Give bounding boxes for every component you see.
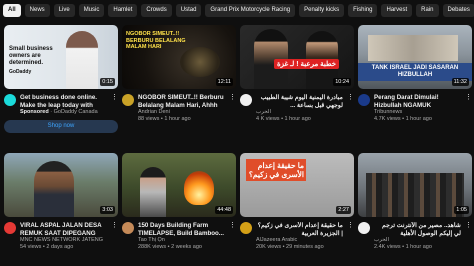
video-stats: 2.4K views • 1 hour ago: [374, 244, 432, 250]
chip-ustad[interactable]: Ustad: [175, 3, 202, 17]
more-options-icon[interactable]: ⋮: [347, 94, 354, 123]
video-thumbnail[interactable]: 44:48: [122, 153, 236, 217]
duration-badge: 0:15: [100, 78, 115, 86]
avatar[interactable]: [240, 94, 252, 106]
channel-name[interactable]: Andrian Deni: [138, 109, 225, 116]
sponsored-label: Sponsored: [20, 109, 49, 115]
video-card[interactable]: ما حقيقة إعدام الأسرى في زكيم؟ 2:27 ما ح…: [240, 153, 354, 251]
more-options-icon[interactable]: ⋮: [111, 222, 118, 251]
ad-thumb-text: Small business owners are determined.: [9, 46, 53, 66]
video-title[interactable]: 150 Days Building Farm TIMELAPSE, Build …: [138, 222, 225, 237]
video-thumbnail[interactable]: TANK ISRAEL JADI SASARAN HIZBULLAH 11:32: [358, 25, 472, 89]
channel-name[interactable]: MNC NEWS NETWORK JATENG: [20, 237, 107, 244]
video-stats: 4.7K views • 1 hour ago: [374, 116, 432, 122]
building-image: [368, 35, 458, 61]
ad-thumbnail[interactable]: Small business owners are determined. Go…: [4, 25, 118, 89]
video-title[interactable]: NGOBOR SIMEUT..!! Berburu Belalang Malam…: [138, 94, 225, 109]
chip-harvest[interactable]: Harvest: [381, 3, 413, 17]
crowd-image: [366, 173, 464, 217]
video-stats: 54 views • 2 days ago: [20, 244, 74, 250]
chip-fishing[interactable]: Fishing: [348, 3, 378, 17]
video-card[interactable]: NGOBOR SIMEUT..!! BERBURU BELALANG MALAM…: [122, 25, 236, 123]
chip-penalty-kicks[interactable]: Penalty kicks: [299, 3, 345, 17]
duration-badge: 1:05: [454, 206, 469, 214]
channel-name[interactable]: Tao Thị Ọn: [138, 237, 225, 244]
video-title[interactable]: شاهد.. مصير من الأنترنت ترجم لي إليكم ال…: [374, 222, 461, 237]
chip-hamlet[interactable]: Hamlet: [108, 3, 138, 17]
duration-badge: 10:24: [333, 78, 351, 86]
video-thumbnail[interactable]: ما حقيقة إعدام الأسرى في زكيم؟ 2:27: [240, 153, 354, 217]
channel-name[interactable]: AlJazeera Arabic: [256, 237, 343, 244]
video-thumbnail[interactable]: 3:03: [4, 153, 118, 217]
more-options-icon[interactable]: ⋮: [465, 222, 472, 251]
sponsored-line: Sponsored · GoDaddy Canada: [20, 109, 98, 115]
avatar[interactable]: [4, 94, 16, 106]
chip-music[interactable]: Music: [78, 3, 105, 17]
video-card[interactable]: 3:03 VIRAL ASPAL JALAN DESA REMUK SAAT D…: [4, 153, 118, 251]
more-options-icon[interactable]: ⋮: [347, 222, 354, 251]
person-image: [140, 167, 166, 217]
avatar[interactable]: [358, 222, 370, 234]
person-image: [34, 161, 74, 217]
video-stats: 20K views • 29 minutes ago: [256, 244, 324, 250]
more-options-icon[interactable]: ⋮: [229, 94, 236, 123]
video-title[interactable]: VIRAL ASPAL JALAN DESA REMUK SAAT DIPEGA…: [20, 222, 107, 237]
channel-name[interactable]: الحرب: [256, 109, 343, 116]
shop-now-button[interactable]: Shop now: [4, 120, 118, 133]
avatar[interactable]: [122, 222, 134, 234]
person-image: [66, 31, 98, 89]
video-card[interactable]: TANK ISRAEL JADI SASARAN HIZBULLAH 11:32…: [358, 25, 472, 123]
more-options-icon[interactable]: ⋮: [465, 94, 472, 123]
chip-crowds[interactable]: Crowds: [141, 3, 172, 17]
thumb-text: ما حقيقة إعدام الأسرى في زكيم؟: [246, 159, 306, 181]
thumb-text: خطبة مرعبة ! لـ غزة: [274, 59, 340, 69]
duration-badge: 12:11: [215, 78, 233, 86]
duration-badge: 3:03: [100, 206, 115, 214]
chip-news[interactable]: News: [24, 3, 50, 17]
chip-rain[interactable]: Rain: [416, 3, 439, 17]
video-stats: 288K views • 2 weeks ago: [138, 244, 202, 250]
video-title[interactable]: مبادرة اليمنية اليوم شيبة الطبيب لوجهي ق…: [256, 94, 343, 109]
more-options-icon[interactable]: ⋮: [111, 94, 118, 116]
video-stats: 88 views • 1 hour ago: [138, 116, 191, 122]
thumb-text: NGOBOR SIMEUT..!! BERBURU BELALANG MALAM…: [126, 31, 186, 50]
video-card[interactable]: خطبة مرعبة ! لـ غزة 10:24 مبادرة اليمنية…: [240, 25, 354, 123]
channel-name[interactable]: GoDaddy Canada: [54, 109, 98, 115]
video-title[interactable]: ما حقيقة إعدام الأسرى في زكيم؟ | الجزيرة…: [256, 222, 343, 237]
chip-live[interactable]: Live: [53, 3, 75, 17]
avatar[interactable]: [240, 222, 252, 234]
avatar[interactable]: [4, 222, 16, 234]
chip-all[interactable]: All: [3, 3, 21, 17]
video-card[interactable]: 44:48 150 Days Building Farm TIMELAPSE, …: [122, 153, 236, 251]
video-thumbnail[interactable]: NGOBOR SIMEUT..!! BERBURU BELALANG MALAM…: [122, 25, 236, 89]
chip-grand-prix-motorcycle-racing[interactable]: Grand Prix Motorcycle Racing: [205, 3, 296, 17]
pan-image: [180, 47, 220, 77]
godaddy-logo: GoDaddy: [9, 69, 32, 75]
channel-name[interactable]: Tribunnews: [374, 109, 461, 116]
video-title[interactable]: Get business done online. Make the leap …: [20, 94, 107, 109]
video-title[interactable]: Perang Darat Dimulai! Hizbullah NGAMUK T…: [374, 94, 461, 109]
fire-image: [184, 171, 214, 205]
avatar[interactable]: [358, 94, 370, 106]
video-thumbnail[interactable]: 1:05: [358, 153, 472, 217]
video-card[interactable]: 1:05 شاهد.. مصير من الأنترنت ترجم لي إلي…: [358, 153, 472, 251]
duration-badge: 11:32: [451, 78, 469, 86]
video-stats: 4 K views • 1 hour ago: [256, 116, 311, 122]
avatar[interactable]: [122, 94, 134, 106]
duration-badge: 2:27: [336, 206, 351, 214]
chip-debates[interactable]: Debates: [442, 3, 474, 17]
ad-card[interactable]: Small business owners are determined. Go…: [4, 25, 118, 133]
duration-badge: 44:48: [215, 206, 233, 214]
video-thumbnail[interactable]: خطبة مرعبة ! لـ غزة 10:24: [240, 25, 354, 89]
chip-bar: All News Live Music Hamlet Crowds Ustad Grand P…: [0, 0, 474, 20]
channel-name[interactable]: الحرب: [374, 237, 461, 244]
more-options-icon[interactable]: ⋮: [229, 222, 236, 251]
